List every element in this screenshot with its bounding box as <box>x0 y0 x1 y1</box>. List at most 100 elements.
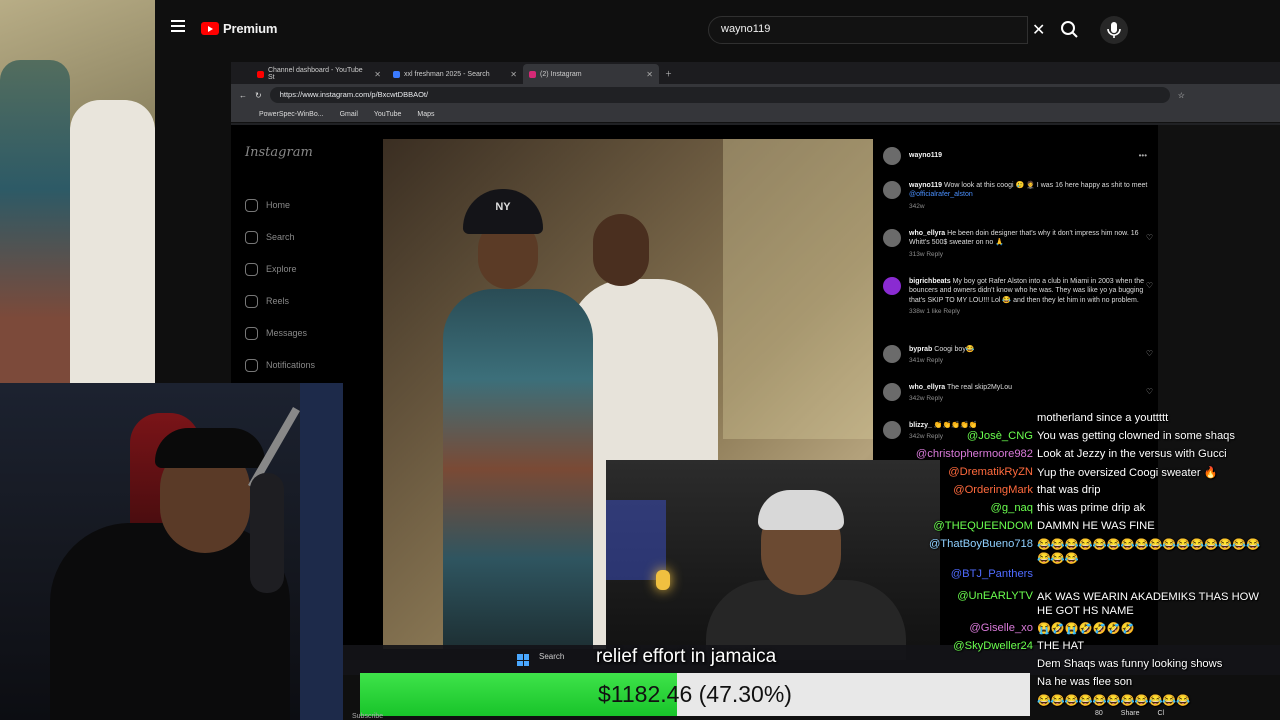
chat-username[interactable]: @UnEARLYTV <box>957 590 1033 602</box>
tab-youtube-studio[interactable]: Channel dashboard - YouTube St ✕ <box>251 64 387 84</box>
chat-username[interactable]: @THEQUEENDOM <box>933 520 1033 532</box>
like-heart-icon[interactable]: ♡ <box>1146 281 1153 290</box>
avatar[interactable] <box>883 229 901 247</box>
chat-username[interactable]: @Giselle_xo <box>969 622 1033 634</box>
windows-start-icon[interactable] <box>517 654 529 666</box>
star-icon[interactable]: ☆ <box>1178 91 1185 100</box>
bookmark-gmail[interactable]: Gmail <box>340 111 358 118</box>
chat-username[interactable]: @christophermoore982 <box>916 448 1033 460</box>
new-tab-button[interactable]: ＋ <box>659 64 689 84</box>
chat-text: THE HAT <box>1037 640 1085 652</box>
chat-text: 😭🤣😭🤣🤣🤣🤣 <box>1037 623 1135 635</box>
zoomed-photo-panel <box>0 0 155 383</box>
live-chat-overlay: motherland since a youttttt @Josè_CNG You … <box>903 412 1280 720</box>
photo-person-right <box>70 100 155 383</box>
close-tab-icon[interactable]: ✕ <box>374 70 381 79</box>
nav-notifications[interactable]: Notifications <box>245 349 315 381</box>
avatar[interactable] <box>883 147 901 165</box>
durag <box>758 490 844 530</box>
tab-instagram[interactable]: (2) Instagram ✕ <box>523 64 659 84</box>
chat-text: Na he was flee son <box>1037 676 1133 688</box>
post-owner-header: wayno119 ••• <box>883 147 1153 165</box>
back-arrow-icon[interactable]: ← <box>239 91 247 100</box>
search-favicon-icon <box>393 70 400 78</box>
tab-search[interactable]: xxl freshman 2025 - Search ✕ <box>387 64 523 84</box>
like-heart-icon[interactable]: ♡ <box>1146 349 1153 358</box>
avatar[interactable] <box>883 277 901 295</box>
chat-username[interactable]: @DrematikRyZN <box>948 466 1033 478</box>
nav-reels[interactable]: Reels <box>245 285 315 317</box>
reels-icon <box>245 294 258 308</box>
photo-person-coogi-sweater <box>443 289 593 649</box>
search-icon[interactable] <box>1055 16 1085 44</box>
subscribe-button[interactable]: Subscribe <box>352 713 383 720</box>
instagram-sidebar: Home Search Explore Reels Messages Notif… <box>245 189 315 381</box>
chat-username[interactable]: @SkyDweller24 <box>953 640 1033 652</box>
microphone <box>250 473 284 593</box>
chat-username[interactable]: @g_naq <box>991 502 1033 514</box>
home-icon <box>245 198 258 212</box>
photo-person-left <box>0 60 70 383</box>
tab-label: (2) Instagram <box>540 70 582 78</box>
nav-messages[interactable]: Messages <box>245 317 315 349</box>
chat-username[interactable]: @Josè_CNG <box>967 430 1033 442</box>
chat-username[interactable]: @ThatBoyBueno718 <box>929 538 1033 550</box>
comment: who_ellyra The real skip2MyLou 342w Repl… <box>883 383 1153 402</box>
tab-label: Channel dashboard - YouTube St <box>267 67 363 81</box>
youtube-header: Premium wayno119 ✕ <box>155 0 1280 60</box>
streamer-cap <box>155 428 265 468</box>
nav-home[interactable]: Home <box>245 189 315 221</box>
messenger-icon <box>245 326 258 340</box>
chat-text: this was prime drip ak <box>1037 502 1146 514</box>
youtube-logo[interactable]: Premium <box>201 21 277 36</box>
stream-caption: relief effort in jamaica <box>596 646 777 667</box>
chat-text: that was drip <box>1037 484 1101 496</box>
comment: byprab Coogi boy😂 341w Reply ♡ <box>883 345 1153 364</box>
more-options-icon[interactable]: ••• <box>1139 151 1147 160</box>
menu-icon[interactable] <box>171 20 185 34</box>
voice-search-button[interactable] <box>1100 16 1128 44</box>
chat-text: 😂😂😂😂😂😂😂😂😂😂😂 <box>1037 695 1191 707</box>
youtube-play-icon <box>201 22 219 35</box>
browser-tab-strip: Channel dashboard - YouTube St ✕ xxl fre… <box>231 62 1280 84</box>
bookmark-maps[interactable]: Maps <box>417 111 434 118</box>
instagram-logo[interactable]: Instagram <box>245 145 313 160</box>
clear-search-icon[interactable]: ✕ <box>1032 20 1045 40</box>
youtube-favicon-icon <box>257 70 264 78</box>
chat-text: Dem Shaqs was funny looking shows <box>1037 658 1223 670</box>
chat-text: DAMMN HE WAS FINE <box>1037 520 1155 532</box>
url-field[interactable]: https://www.instagram.com/p/BxcwtDBBAOt/ <box>269 87 1170 103</box>
nav-search[interactable]: Search <box>245 221 315 253</box>
owner-username[interactable]: wayno119 <box>909 152 942 159</box>
chat-text: motherland since a youttttt <box>1037 412 1169 424</box>
taskbar-search[interactable]: Search <box>539 652 564 661</box>
youtube-premium-label: Premium <box>223 21 278 36</box>
avatar[interactable] <box>883 181 901 199</box>
bookmark-youtube[interactable]: YouTube <box>374 111 402 118</box>
chat-username[interactable]: @BTJ_Panthers <box>951 568 1033 580</box>
avatar[interactable] <box>883 383 901 401</box>
chat-username[interactable]: @OrderingMark <box>953 484 1033 496</box>
avatar[interactable] <box>883 421 901 439</box>
address-bar-row: ← ↻ https://www.instagram.com/p/BxcwtDBB… <box>231 84 1280 106</box>
lamp <box>656 570 670 590</box>
close-tab-icon[interactable]: ✕ <box>646 70 653 79</box>
bookmarks-bar: PowerSpec-WinBo... Gmail YouTube Maps <box>231 106 1280 123</box>
like-heart-icon[interactable]: ♡ <box>1146 233 1153 242</box>
chat-text: Yup the oversized Coogi sweater 🔥 <box>1037 467 1218 479</box>
chat-text: 😂😂😂😂😂😂😂😂😂😂😂😂😂😂😂😂😂😂😂 <box>1037 539 1260 566</box>
close-tab-icon[interactable]: ✕ <box>510 70 517 79</box>
chat-text: Look at Jezzy in the versus with Gucci <box>1037 448 1227 460</box>
instagram-favicon-icon <box>529 70 536 78</box>
nav-explore[interactable]: Explore <box>245 253 315 285</box>
like-heart-icon[interactable]: ♡ <box>1146 387 1153 396</box>
comment: who_ellyra He been doin designer that's … <box>883 229 1153 258</box>
heart-icon <box>245 358 258 372</box>
chat-text: You was getting clowned in some shaqs <box>1037 430 1235 442</box>
bookmark-powerspec[interactable]: PowerSpec-WinBo... <box>259 111 324 118</box>
reload-icon[interactable]: ↻ <box>255 91 262 100</box>
tab-label: xxl freshman 2025 - Search <box>404 70 490 78</box>
avatar[interactable] <box>883 345 901 363</box>
search-input[interactable]: wayno119 <box>708 16 1028 44</box>
microphone-icon <box>1107 22 1121 38</box>
